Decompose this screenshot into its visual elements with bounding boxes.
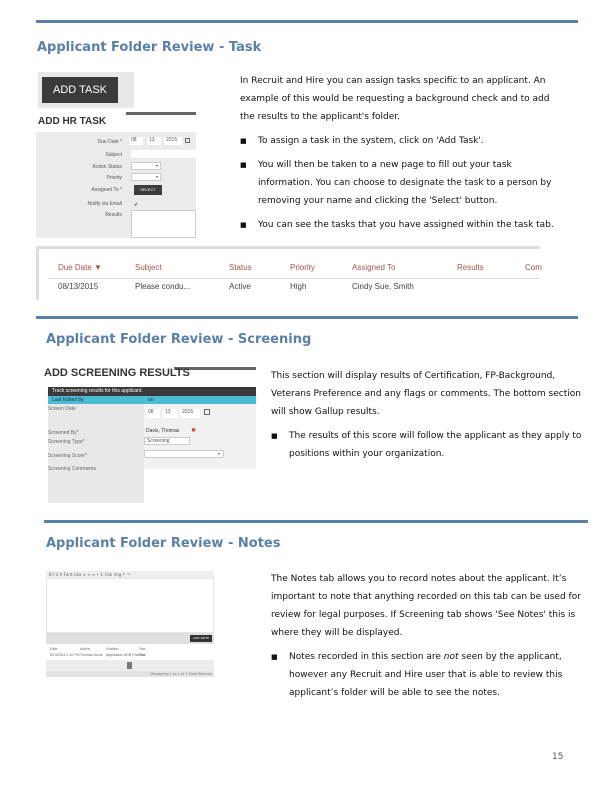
notes-intro: The Notes tab allows you to record notes… [271,574,581,638]
notify-email-label: Notify via Email [87,201,122,207]
select-button[interactable]: SELECT [134,185,162,195]
screening-intro: This section will display results of Cer… [271,371,581,417]
screened-by-value: Davis, Thomas [146,428,180,434]
column-header[interactable]: Date [50,647,57,651]
chevron-down-icon: ▾ [155,174,158,179]
column-header[interactable]: Priority [290,263,315,272]
bullet-item: ■ Notes recorded in this section are not … [271,648,583,702]
assigned-to-label: Assigned To * [91,187,122,193]
add-task-screenshot: ADD TASK [38,72,134,108]
screen-month-field[interactable]: 08 [146,409,160,418]
bullet-item: ■ You will then be taken to a new page to… [240,156,560,210]
notes-widget: B I U A Font size ≡ ≡ ≡ • 1. link img ↶ … [46,571,214,677]
subject-input[interactable] [131,150,196,158]
bullet-item: ■ To assign a task in the system, click o… [240,132,560,150]
page-number: 15 [552,752,564,762]
column-header[interactable]: Author [80,647,90,651]
table-cell: 08/13/2015 [58,282,99,291]
due-day-field[interactable]: 13 [147,137,161,145]
column-header[interactable]: Status [229,263,252,272]
chevron-down-icon: ▾ [217,451,220,456]
table-cell: 8/13/2015 1:10 PM [50,653,80,657]
column-header[interactable]: Subject [135,263,162,272]
section-divider [44,520,588,523]
notify-email-checkbox[interactable]: ✔ [134,202,138,208]
table-cell: Cindy Sue, Smith [352,282,414,291]
task-intro: In Recruit and Hire you can assign tasks… [240,76,550,122]
screen-day-field[interactable]: 13 [163,409,177,418]
column-header[interactable]: Results [457,263,484,272]
add-task-button[interactable]: ADD TASK [42,77,118,103]
bullet-icon: ■ [240,221,247,229]
notes-grid: Date Author Position Text 8/13/2015 1:10… [46,644,214,660]
column-header[interactable]: Due Date ▼ [58,263,102,272]
calendar-icon[interactable] [204,409,210,415]
records-count: Displaying 1 to 1 of 1 Total Records [46,671,214,677]
form-title: ADD HR TASK [38,116,107,127]
add-screening-results-form: ADD SCREENING RESULTS Track screening re… [44,367,256,503]
remove-icon[interactable]: ✖ [191,427,196,434]
add-hr-task-form: ADD HR TASK Due Date * 08 13 2015 Subjec… [36,112,196,238]
results-label: Results [105,212,122,218]
subject-label: Subject [105,152,122,158]
notes-description: The Notes tab allows you to record notes… [271,570,583,708]
notes-editor[interactable] [46,578,214,633]
due-date-label: Due Date * [97,139,122,145]
section-title-task: Applicant Folder Review - Task [37,40,262,55]
last-edited-row: Last Edited by on [48,396,256,404]
add-note-button[interactable]: ADD NOTE [190,635,212,642]
screen-date-label: Screen Date [48,406,76,412]
column-header[interactable]: Text [139,647,145,651]
last-edited-value: on [148,397,154,403]
bullet-icon: ■ [271,653,278,661]
task-table: Due Date ▼ Subject Status Priority Assig… [36,246,542,300]
header-divider [49,278,540,279]
results-textarea[interactable] [131,210,196,238]
table-cell: Test [139,653,146,657]
bullet-icon: ■ [240,137,247,145]
section-divider [36,316,578,319]
screening-type-label: Screening Type* [48,439,85,445]
table-cell: Active [229,282,251,291]
screening-description: This section will display results of Cer… [271,367,583,469]
form-title: ADD SCREENING RESULTS [44,367,190,379]
page-button[interactable] [127,662,132,669]
priority-select[interactable]: ▾ [131,173,161,181]
column-header[interactable]: Position [106,647,118,651]
last-edited-label: Last Edited by [52,397,84,403]
editor-toolbar[interactable]: B I U A Font size ≡ ≡ ≡ • 1. link img ↶ … [46,571,214,578]
calendar-icon[interactable] [185,138,190,143]
task-description: In Recruit and Hire you can assign tasks… [240,72,560,240]
column-header[interactable]: Com [525,263,542,272]
column-header[interactable]: Assigned To [352,263,395,272]
table-cell: Thomas Davis [80,653,103,657]
bullet-item: ■ You can see the tasks that you have ass… [240,216,560,234]
screening-score-select[interactable]: ▾ [144,450,224,458]
section-title-screening: Applicant Folder Review - Screening [46,332,312,347]
priority-label: Priority [106,175,122,181]
due-month-field[interactable]: 08 [129,137,143,145]
screen-year-field[interactable]: 2015 [180,409,200,418]
bullet-icon: ■ [240,161,247,169]
table-cell[interactable]: Please condu... [135,282,190,291]
section-divider [36,20,578,23]
section-title-notes: Applicant Folder Review - Notes [46,536,281,551]
screening-type-select[interactable]: Screening [144,437,190,445]
table-cell: High [290,282,307,291]
chevron-down-icon: ▾ [155,163,158,168]
action-status-select[interactable]: ▾ [131,162,161,170]
action-status-label: Action Status [92,164,122,170]
screening-comments-label: Screening Comments [48,466,97,472]
bullet-item: ■ The results of this score will follow t… [271,427,583,463]
screened-by-label: Screened By* [48,430,79,436]
due-year-field[interactable]: 2015 [164,137,182,145]
pagination [46,660,214,671]
screening-score-label: Screening Score* [48,453,87,459]
bullet-icon: ■ [271,432,278,440]
form-subtitle: Track screening results for this applica… [48,387,256,396]
